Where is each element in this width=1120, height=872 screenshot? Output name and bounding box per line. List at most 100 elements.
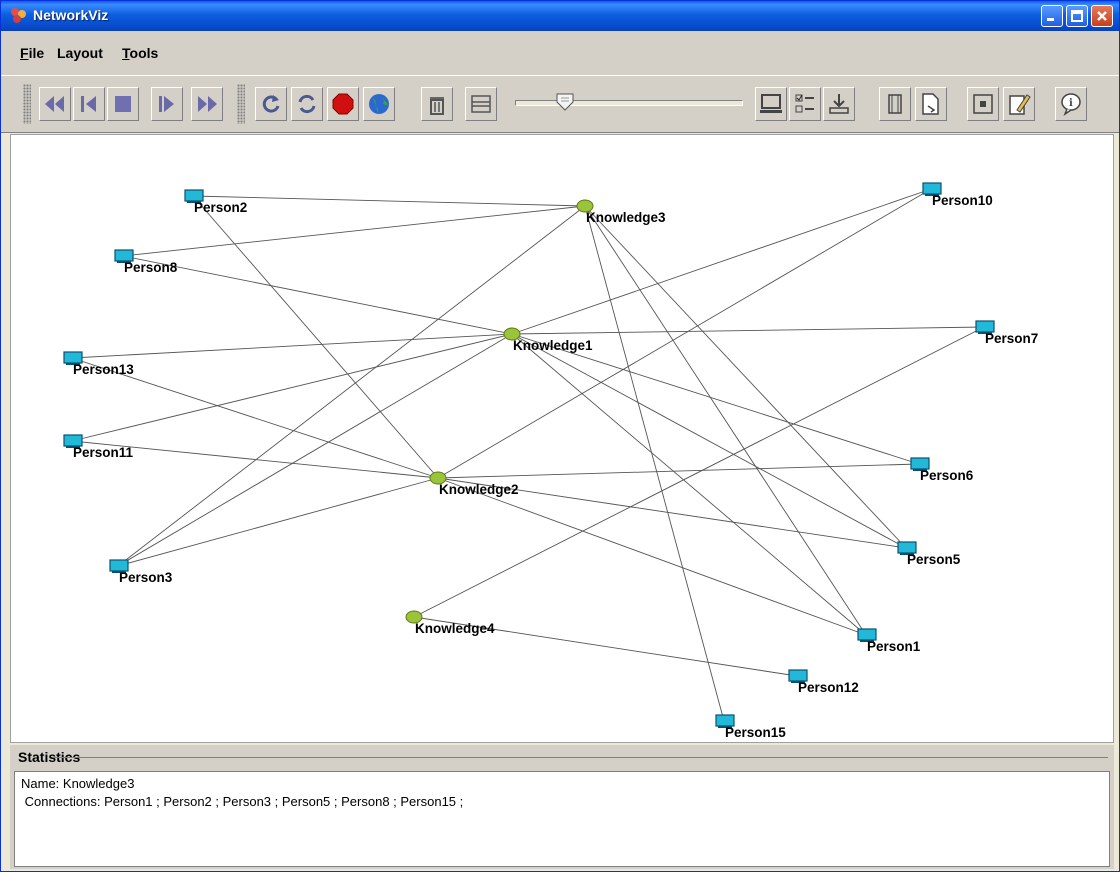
maximize-icon [1071, 10, 1083, 22]
edge-person3-knowledge1 [117, 333, 513, 567]
node-label: Person1 [867, 639, 921, 654]
node-person7[interactable]: Person7 [975, 320, 1038, 346]
refresh-button[interactable] [255, 87, 287, 121]
maximize-button[interactable] [1066, 5, 1088, 27]
menu-tools[interactable]: Tools [122, 45, 158, 61]
stop-sign-icon [332, 93, 354, 115]
node-person5[interactable]: Person5 [897, 541, 961, 567]
node-person15[interactable]: Person15 [715, 714, 786, 740]
frame-icon [888, 94, 902, 114]
node-label: Person11 [73, 445, 134, 460]
globe-button[interactable] [363, 87, 395, 121]
nodes-layer: Person2 Knowledge3 Person10 Person8 Knowledg… [63, 182, 1038, 740]
node-label: Knowledge4 [415, 621, 495, 636]
step-back-icon [81, 96, 96, 112]
graph-canvas[interactable]: Person2 Knowledge3 Person10 Person8 Knowledg… [10, 134, 1114, 743]
edge-person1-knowledge2 [437, 477, 867, 636]
menu-file[interactable]: File [20, 45, 44, 61]
node-label: Person15 [725, 725, 786, 740]
help-button[interactable]: i [1055, 87, 1087, 121]
export-button[interactable] [915, 87, 947, 121]
node-label: Person6 [920, 468, 974, 483]
close-button[interactable] [1091, 5, 1113, 27]
stop-square-icon [115, 96, 131, 112]
fast-forward-button[interactable] [191, 87, 223, 121]
network-graph[interactable]: Person2 Knowledge3 Person10 Person8 Knowledg… [11, 135, 1113, 742]
statistics-connections-line: Connections: Person1 ; Person2 ; Person3… [21, 794, 464, 809]
edge-person8-knowledge1 [122, 255, 513, 335]
download-icon [829, 94, 849, 114]
statistics-textarea[interactable]: Name: Knowledge3 Connections: Person1 ; … [14, 771, 1110, 867]
node-person2[interactable]: Person2 [184, 189, 247, 215]
app-window: NetworkViz File Layout Tools i Person2 K… [0, 0, 1120, 872]
node-label: Person10 [932, 193, 993, 208]
step-forward-icon [159, 96, 174, 112]
node-label: Person3 [119, 570, 173, 585]
node-knowledge4[interactable]: Knowledge4 [405, 610, 495, 636]
node-label: Person13 [73, 362, 134, 377]
zoom-slider-thumb[interactable] [555, 92, 575, 112]
node-knowledge1[interactable]: Knowledge1 [503, 327, 593, 353]
halt-button[interactable] [327, 87, 359, 121]
toolbar-grip[interactable] [23, 84, 31, 124]
node-person6[interactable]: Person6 [910, 457, 974, 483]
toolbar-grip-2[interactable] [237, 84, 245, 124]
menu-file-label: ile [28, 45, 45, 61]
center-button[interactable] [967, 87, 999, 121]
node-label: Person5 [907, 552, 961, 567]
menu-tools-mnemonic: T [122, 45, 130, 61]
computer-icon [760, 94, 782, 113]
node-label: Knowledge2 [439, 482, 519, 497]
title-bar[interactable]: NetworkViz [1, 1, 1119, 31]
node-knowledge3[interactable]: Knowledge3 [576, 199, 666, 225]
refresh-icon [262, 95, 280, 113]
edge-person2-knowledge2 [192, 195, 439, 479]
node-person11[interactable]: Person11 [63, 434, 134, 460]
download-button[interactable] [823, 87, 855, 121]
menu-bar: File Layout Tools [1, 31, 1119, 75]
zoom-slider-track[interactable] [515, 100, 743, 106]
frame-button[interactable] [879, 87, 911, 121]
menu-tools-label: ools [129, 45, 159, 61]
columns-icon [471, 95, 491, 113]
edit-icon [1009, 94, 1031, 115]
minimize-button[interactable] [1041, 5, 1063, 27]
cycle-button[interactable] [291, 87, 323, 121]
edge-person2-knowledge3 [192, 195, 586, 207]
node-label: Person2 [194, 200, 247, 215]
cycle-icon [298, 94, 316, 114]
edge-person7-knowledge1 [511, 326, 985, 335]
menu-layout[interactable]: Layout [57, 45, 103, 61]
center-icon [973, 94, 993, 114]
window-title: NetworkViz [33, 7, 109, 23]
node-person13[interactable]: Person13 [63, 351, 134, 377]
edge-person13-knowledge1 [71, 333, 513, 359]
menu-layout-label: Layout [57, 45, 103, 61]
computer-button[interactable] [755, 87, 787, 121]
stop-button[interactable] [107, 87, 139, 121]
checklist-button[interactable] [789, 87, 821, 121]
node-person3[interactable]: Person3 [109, 559, 173, 585]
edges-layer [71, 188, 985, 722]
checklist-icon [795, 94, 814, 113]
node-person1[interactable]: Person1 [857, 628, 921, 654]
edit-button[interactable] [1003, 87, 1035, 121]
node-label: Knowledge3 [586, 210, 666, 225]
node-person10[interactable]: Person10 [922, 182, 993, 208]
node-person12[interactable]: Person12 [788, 669, 859, 695]
rows-button[interactable] [465, 87, 497, 121]
statistics-divider [54, 757, 1108, 758]
step-back-button[interactable] [73, 87, 105, 121]
edge-person11-knowledge1 [71, 333, 513, 442]
step-forward-button[interactable] [151, 87, 183, 121]
delete-button[interactable] [421, 87, 453, 121]
node-label: Person8 [124, 260, 178, 275]
document-arrow-icon [922, 93, 939, 115]
edge-person1-knowledge3 [584, 205, 867, 636]
trash-icon [430, 97, 444, 115]
node-label: Person7 [985, 331, 1038, 346]
app-icon [11, 8, 26, 23]
edge-person5-knowledge3 [584, 205, 907, 549]
edge-person8-knowledge3 [122, 205, 586, 257]
rewind-button[interactable] [39, 87, 71, 121]
